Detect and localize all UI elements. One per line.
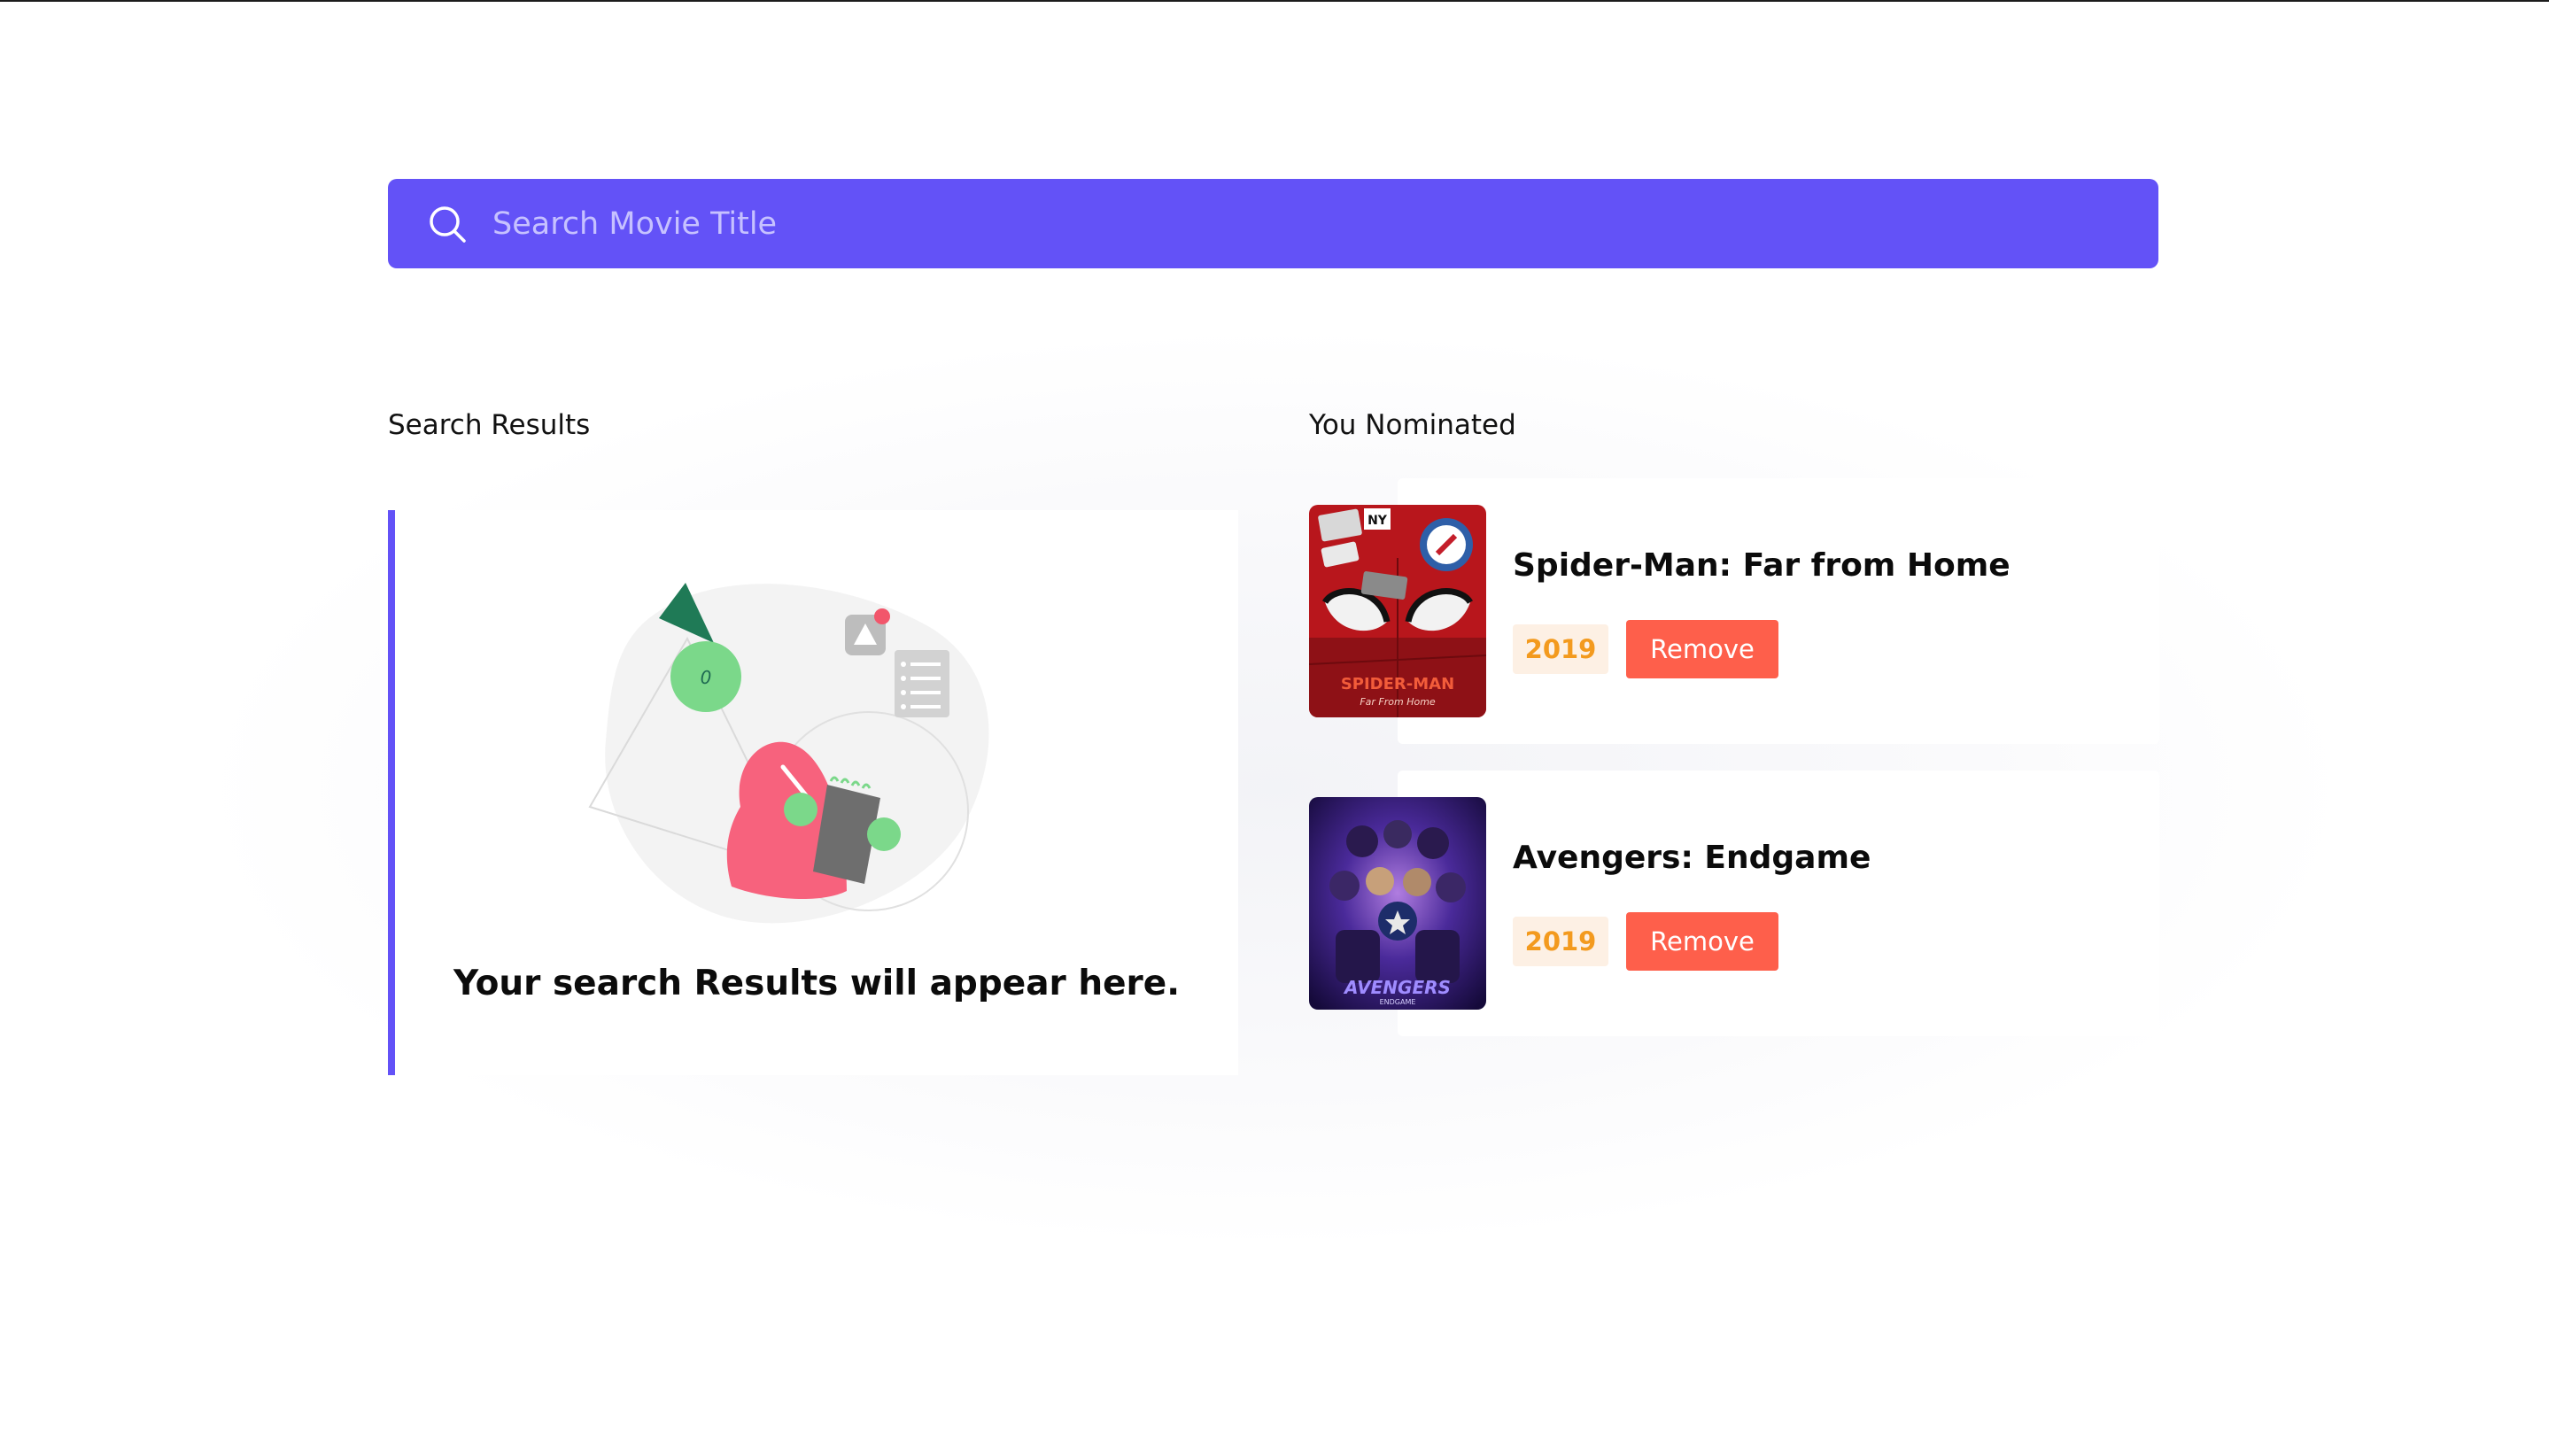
nomination-card: AVENGERS ENDGAME Avengers: Endgame 2019 …	[1309, 771, 2159, 1036]
svg-text:ENDGAME: ENDGAME	[1380, 998, 1416, 1006]
remove-button[interactable]: Remove	[1626, 912, 1778, 971]
svg-text:AVENGERS: AVENGERS	[1343, 977, 1451, 998]
year-badge: 2019	[1513, 624, 1608, 674]
svg-text:0: 0	[701, 667, 712, 688]
card-background	[1398, 478, 2159, 744]
empty-search-illustration: 0	[581, 572, 1059, 926]
card-background	[1398, 771, 2159, 1036]
year-badge: 2019	[1513, 917, 1608, 966]
svg-text:SPIDER-MAN: SPIDER-MAN	[1341, 675, 1454, 693]
search-icon	[425, 202, 469, 246]
movie-title: Spider-Man: Far from Home	[1513, 547, 2011, 584]
avengers-poster: AVENGERS ENDGAME	[1309, 797, 1486, 1010]
nominated-heading: You Nominated	[1309, 409, 1516, 441]
svg-text:NY: NY	[1367, 514, 1388, 528]
movie-title: Avengers: Endgame	[1513, 840, 1871, 876]
search-results-panel: 0 Your search Results will appear here.	[388, 510, 1238, 1075]
page: Search Results You Nominated 0	[0, 0, 2549, 1456]
search-input[interactable]	[491, 191, 2158, 256]
nomination-card: NY SPIDER-MAN Far From Home Spider-Man: …	[1309, 478, 2159, 744]
search-bar[interactable]	[388, 179, 2158, 268]
spiderman-poster: NY SPIDER-MAN Far From Home	[1309, 505, 1486, 717]
search-results-heading: Search Results	[388, 409, 591, 441]
empty-results-message: Your search Results will appear here.	[453, 964, 1181, 1003]
svg-text:Far From Home: Far From Home	[1360, 696, 1436, 708]
top-divider	[0, 0, 2549, 2]
remove-button[interactable]: Remove	[1626, 620, 1778, 678]
